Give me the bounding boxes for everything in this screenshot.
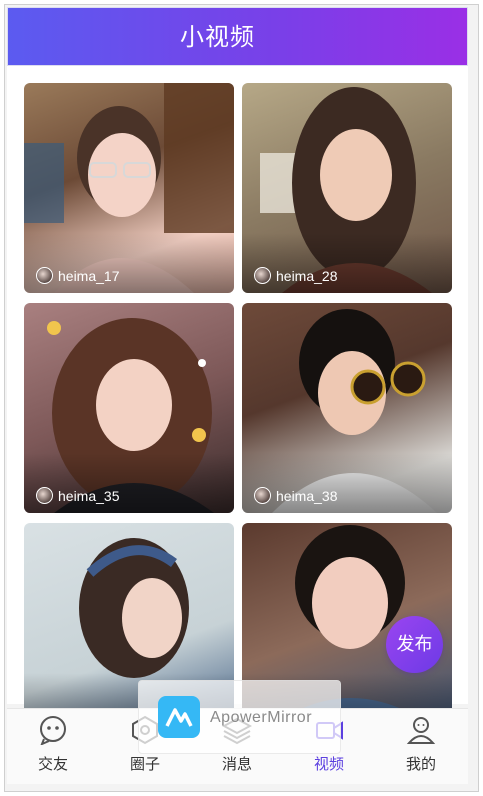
video-card[interactable]: heima_17	[24, 83, 234, 293]
card-shade	[242, 453, 452, 513]
username: heima_28	[276, 267, 338, 284]
tab-label: 圈子	[129, 755, 160, 773]
card-user: heima_35	[36, 487, 120, 504]
apowermirror-logo-icon	[158, 696, 200, 738]
card-shade	[24, 453, 234, 513]
avatar	[254, 267, 271, 284]
chat-face-icon	[40, 716, 66, 745]
tab-label: 消息	[221, 755, 252, 773]
card-user: heima_17	[36, 267, 120, 284]
publish-button[interactable]: 发布	[386, 616, 443, 673]
avatar	[36, 487, 53, 504]
top-bar: 小视频	[7, 7, 468, 66]
overlay-app-name: ApowerMirror	[210, 709, 313, 726]
card-shade	[24, 233, 234, 293]
video-card[interactable]: heima_35	[24, 303, 234, 513]
card-shade	[242, 233, 452, 293]
avatar	[254, 487, 271, 504]
card-user: heima_38	[254, 487, 338, 504]
username: heima_38	[276, 487, 338, 504]
video-card[interactable]: heima_28	[242, 83, 452, 293]
username: heima_35	[58, 487, 120, 504]
tab-label: 交友	[37, 755, 68, 773]
tab-me[interactable]: 我的	[375, 709, 467, 785]
username: heima_17	[58, 267, 120, 284]
person-icon	[406, 717, 436, 744]
avatar	[36, 267, 53, 284]
video-grid: heima_17 heima_28 heima_35 heima_38	[7, 66, 468, 733]
page-title: 小视频	[180, 23, 255, 51]
video-card[interactable]: heima_38	[242, 303, 452, 513]
tab-label: 视频	[313, 755, 344, 773]
tab-label: 我的	[405, 755, 436, 773]
tab-friends[interactable]: 交友	[7, 709, 99, 785]
mirror-app-overlay: ApowerMirror	[138, 680, 341, 754]
card-user: heima_28	[254, 267, 338, 284]
